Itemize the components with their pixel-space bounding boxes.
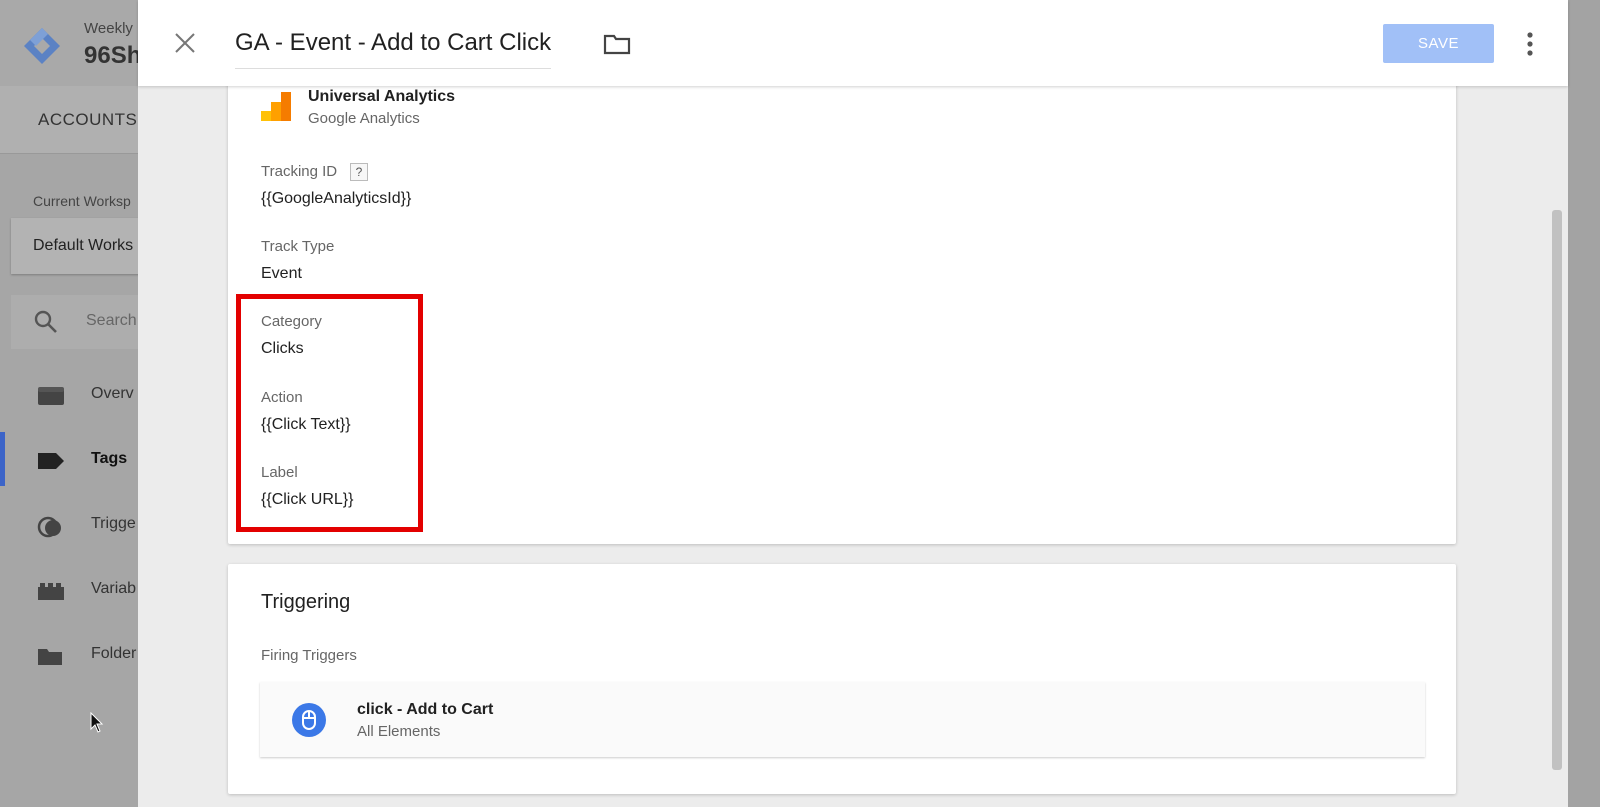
triggering-card[interactable]: [228, 564, 1456, 794]
variable-icon: [38, 583, 64, 600]
folder-button[interactable]: [603, 33, 631, 60]
close-icon: [175, 33, 195, 53]
more-vert-icon: [1527, 32, 1533, 56]
search-icon: [34, 310, 57, 333]
tag-type-title: Universal Analytics: [308, 88, 456, 105]
overview-icon: [38, 387, 64, 405]
help-icon[interactable]: ?: [350, 163, 368, 181]
accounts-tab[interactable]: ACCOUNTS: [0, 86, 160, 154]
accounts-tab-label: ACCOUNTS: [38, 110, 138, 129]
triggering-title: Triggering: [261, 591, 351, 613]
sidebar-item-folders[interactable]: Folder: [0, 635, 160, 675]
close-button[interactable]: [170, 28, 200, 58]
workspace-value: Default Works: [33, 237, 134, 254]
click-trigger-icon: [292, 703, 326, 737]
tag-type-subtitle: Google Analytics: [308, 110, 420, 127]
tracking-id-value: {{GoogleAnalyticsId}}: [261, 190, 412, 207]
trigger-list-item[interactable]: [260, 682, 1425, 757]
save-button[interactable]: SAVE: [1383, 24, 1494, 63]
container-name: 96Sh: [84, 42, 142, 69]
workspace-label: Current Worksp: [33, 193, 131, 209]
sidebar-item-label: Folder: [91, 645, 137, 662]
background-header: Weekly 96Sh: [0, 0, 160, 86]
search-placeholder: Search: [86, 312, 137, 329]
more-options-button[interactable]: [1520, 30, 1540, 58]
sidebar-item-label: Trigge: [91, 515, 136, 532]
trigger-type: All Elements: [357, 723, 441, 740]
folder-outline-icon: [603, 34, 631, 55]
sidebar-item-label: Tags: [91, 450, 128, 467]
tag-icon: [38, 453, 64, 469]
firing-triggers-label: Firing Triggers: [261, 647, 357, 664]
sidebar-item-label: Variab: [91, 580, 137, 597]
tag-name-input[interactable]: GA - Event - Add to Cart Click: [235, 29, 552, 69]
mouse-cursor-icon: [90, 712, 104, 733]
folder-icon: [38, 649, 62, 665]
sidebar-item-tags[interactable]: Tags: [0, 440, 160, 480]
highlight-box: [236, 294, 423, 532]
tracking-id-label: Tracking ID: [261, 163, 338, 180]
sidebar-item-triggers[interactable]: Trigge: [0, 505, 160, 545]
trigger-name: click - Add to Cart: [357, 701, 494, 718]
universal-analytics-icon: [261, 92, 291, 121]
track-type-value: Event: [261, 265, 302, 282]
trigger-icon: [37, 516, 61, 538]
gtm-logo-icon: [24, 28, 60, 64]
sidebar-item-variables[interactable]: Variab: [0, 570, 160, 610]
workspace-subtitle: Weekly: [84, 20, 133, 37]
panel-scrollbar[interactable]: [1552, 210, 1562, 770]
track-type-label: Track Type: [261, 238, 335, 255]
sidebar-item-overview[interactable]: Overv: [0, 375, 160, 415]
sidebar-item-label: Overv: [91, 385, 134, 402]
